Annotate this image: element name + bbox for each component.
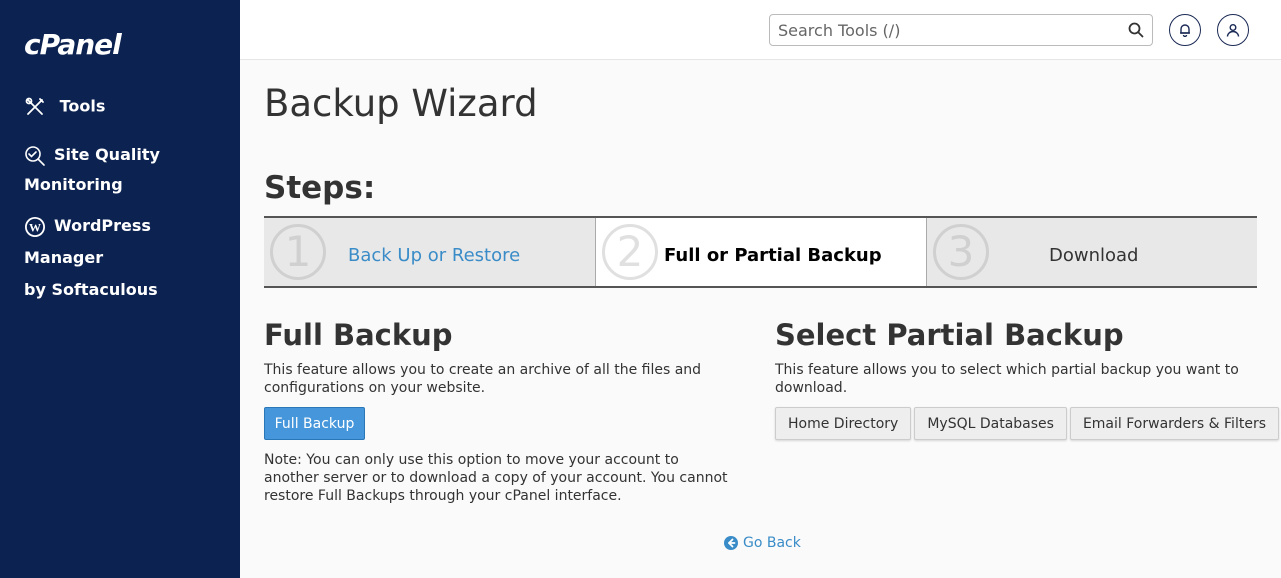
step-number: 3	[933, 224, 989, 280]
wordpress-icon: W	[24, 216, 46, 238]
arrow-left-circle-icon	[724, 536, 738, 550]
search-icon[interactable]	[1128, 22, 1144, 38]
full-backup-button[interactable]: Full Backup	[264, 407, 365, 440]
sidebar-item-label-line2: Monitoring	[24, 175, 123, 194]
sidebar-item-label: Tools	[59, 96, 106, 116]
partial-backup-description: This feature allows you to select which …	[775, 362, 1239, 396]
step-number: 1	[270, 224, 326, 280]
page-title: Backup Wizard	[264, 82, 538, 125]
email-forwarders-filters-button[interactable]: Email Forwarders & Filters	[1069, 407, 1279, 440]
sidebar-item-tools[interactable]: Tools	[24, 96, 105, 118]
partial-backup-title: Select Partial Backup	[775, 318, 1124, 352]
user-icon	[1226, 24, 1240, 37]
home-directory-button[interactable]: Home Directory	[775, 407, 912, 440]
notifications-button[interactable]	[1169, 14, 1201, 46]
step-label: Download	[1049, 245, 1139, 266]
site-quality-icon	[24, 145, 46, 167]
svg-text:W: W	[29, 220, 41, 234]
go-back-label[interactable]: Go Back	[743, 535, 801, 551]
cpanel-logo[interactable]: cPanel	[24, 28, 122, 61]
search-box	[769, 14, 1153, 46]
user-menu-button[interactable]	[1217, 14, 1249, 46]
sidebar: cPanel Tools Site Quality Monitoring W W…	[0, 0, 240, 578]
full-backup-note: Note: You can only use this option to mo…	[264, 452, 728, 504]
step-label-current: Full or Partial Backup	[664, 245, 882, 266]
bell-icon	[1180, 24, 1190, 37]
go-back-link[interactable]: Go Back	[724, 535, 801, 551]
steps-title: Steps:	[264, 170, 376, 206]
tools-icon	[24, 96, 46, 118]
sidebar-item-wordpress-manager[interactable]: W WordPress Manager by Softaculous	[24, 210, 234, 306]
step-back-up-or-restore[interactable]: 1 Back Up or Restore	[264, 218, 596, 286]
mysql-databases-button[interactable]: MySQL Databases	[914, 407, 1067, 440]
step-full-or-partial-backup: 2 Full or Partial Backup	[596, 218, 927, 286]
step-number: 2	[602, 224, 658, 280]
partial-backup-buttons: Home Directory MySQL Databases Email For…	[775, 407, 1279, 440]
step-label-link[interactable]: Back Up or Restore	[348, 245, 520, 266]
search-input[interactable]	[770, 15, 1110, 45]
step-download: 3 Download	[927, 218, 1257, 286]
full-backup-title: Full Backup	[264, 318, 453, 352]
full-backup-description: This feature allows you to create an arc…	[264, 362, 702, 396]
sidebar-item-site-quality-monitoring[interactable]: Site Quality Monitoring	[24, 140, 224, 200]
wizard-steps: 1 Back Up or Restore 2 Full or Partial B…	[264, 216, 1257, 288]
top-header	[240, 0, 1281, 60]
sidebar-item-label: Site Quality	[54, 145, 160, 164]
sidebar-item-label-line2: by Softaculous	[24, 280, 158, 299]
